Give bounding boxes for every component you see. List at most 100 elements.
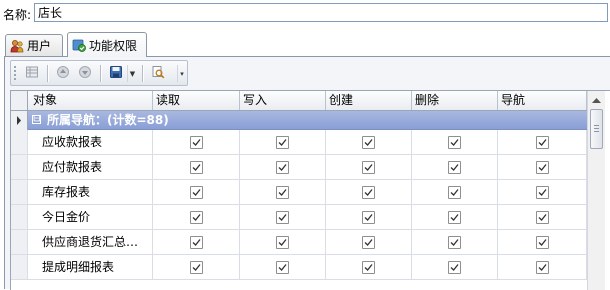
read-checkbox[interactable]: [190, 136, 203, 149]
create-checkbox[interactable]: [362, 261, 375, 274]
delete-checkbox[interactable]: [448, 161, 461, 174]
row-indicator[interactable]: [11, 155, 28, 179]
delete-checkbox[interactable]: [448, 236, 461, 249]
users-icon: [10, 39, 24, 53]
tab-users[interactable]: 用户: [5, 34, 63, 56]
delete-checkbox[interactable]: [448, 136, 461, 149]
cell-read: [153, 130, 240, 154]
column-header-object[interactable]: 对象: [28, 91, 153, 110]
cell-delete: [412, 155, 498, 179]
column-header-read[interactable]: 读取: [153, 91, 240, 110]
scroll-thumb[interactable]: [590, 109, 603, 149]
permissions-grid: 对象 读取 写入 创建 删除 导航 ⊟ 所属导航：(计数=88) 应收款报表 应付…: [10, 90, 610, 290]
row-indicator[interactable]: [11, 230, 28, 254]
cell-create: [326, 230, 412, 254]
cell-read: [153, 255, 240, 279]
table-row[interactable]: 应收款报表: [11, 130, 587, 155]
arrow-down-circle-icon: [78, 65, 92, 82]
row-indicator[interactable]: [11, 255, 28, 279]
cell-delete: [412, 230, 498, 254]
cell-write: [240, 155, 326, 179]
cell-write: [240, 205, 326, 229]
column-header-write[interactable]: 写入: [240, 91, 326, 110]
write-checkbox[interactable]: [276, 236, 289, 249]
read-checkbox[interactable]: [190, 161, 203, 174]
toolbar-separator: [100, 65, 101, 82]
write-checkbox[interactable]: [276, 186, 289, 199]
vertical-scrollbar[interactable]: [587, 91, 605, 290]
move-down-button[interactable]: [75, 64, 95, 83]
search-doc-icon: [151, 65, 165, 82]
cell-read: [153, 155, 240, 179]
cell-delete: [412, 205, 498, 229]
read-checkbox[interactable]: [190, 236, 203, 249]
row-indicator[interactable]: [11, 180, 28, 204]
cell-delete: [412, 255, 498, 279]
object-name-cell[interactable]: 提成明细报表: [28, 255, 153, 279]
nav-checkbox[interactable]: [536, 136, 549, 149]
cell-create: [326, 180, 412, 204]
cell-nav: [498, 230, 587, 254]
cell-nav: [498, 155, 587, 179]
collapse-toggle[interactable]: ⊟: [32, 115, 41, 124]
delete-checkbox[interactable]: [448, 261, 461, 274]
object-name-cell[interactable]: 库存报表: [28, 180, 153, 204]
create-checkbox[interactable]: [362, 211, 375, 224]
create-checkbox[interactable]: [362, 136, 375, 149]
search-button[interactable]: [148, 64, 168, 83]
table-row[interactable]: 今日金价: [11, 205, 587, 230]
cell-write: [240, 130, 326, 154]
column-header-nav[interactable]: 导航: [498, 91, 587, 110]
object-name-cell[interactable]: 应收款报表: [28, 130, 153, 154]
write-checkbox[interactable]: [276, 136, 289, 149]
delete-checkbox[interactable]: [448, 211, 461, 224]
nav-checkbox[interactable]: [536, 186, 549, 199]
row-indicator[interactable]: [11, 205, 28, 229]
write-checkbox[interactable]: [276, 261, 289, 274]
header-indicator-cell: [11, 91, 28, 110]
read-checkbox[interactable]: [190, 261, 203, 274]
name-input[interactable]: [34, 3, 608, 22]
row-indicator[interactable]: [11, 130, 28, 154]
save-dropdown[interactable]: ▼: [127, 65, 137, 82]
read-checkbox[interactable]: [190, 211, 203, 224]
write-checkbox[interactable]: [276, 161, 289, 174]
nav-checkbox[interactable]: [536, 236, 549, 249]
nav-checkbox[interactable]: [536, 211, 549, 224]
create-checkbox[interactable]: [362, 161, 375, 174]
group-row[interactable]: ⊟ 所属导航：(计数=88): [11, 111, 587, 130]
delete-checkbox[interactable]: [448, 186, 461, 199]
cell-write: [240, 180, 326, 204]
tab-strip: 用户 功能权限: [0, 28, 610, 57]
tab-users-label: 用户: [27, 39, 52, 53]
object-name-cell[interactable]: 应付款报表: [28, 155, 153, 179]
table-row[interactable]: 库存报表: [11, 180, 587, 205]
toolbar-grip[interactable]: [14, 66, 16, 81]
nav-checkbox[interactable]: [536, 261, 549, 274]
object-name-cell[interactable]: 供应商退货汇总…: [28, 230, 153, 254]
write-checkbox[interactable]: [276, 211, 289, 224]
permissions-panel: ▼ ▾ 对象 读取 写入 创建 删除 导航 ⊟ 所属导航：(计数=88) 应收款…: [4, 56, 610, 290]
read-checkbox[interactable]: [190, 186, 203, 199]
table-row[interactable]: 提成明细报表: [11, 255, 587, 280]
save-disk-icon: [109, 65, 123, 82]
column-header-delete[interactable]: 删除: [412, 91, 498, 110]
cell-delete: [412, 130, 498, 154]
create-checkbox[interactable]: [362, 236, 375, 249]
row-indicator[interactable]: [11, 111, 28, 130]
cell-nav: [498, 255, 587, 279]
table-row[interactable]: 供应商退货汇总…: [11, 230, 587, 255]
column-header-create[interactable]: 创建: [326, 91, 412, 110]
toolbar-overflow[interactable]: ▾: [177, 65, 186, 82]
tab-permissions[interactable]: 功能权限: [67, 32, 147, 57]
move-up-button[interactable]: [53, 64, 73, 83]
cell-read: [153, 205, 240, 229]
table-row[interactable]: 应付款报表: [11, 155, 587, 180]
scroll-up-button[interactable]: [588, 91, 605, 108]
grid-view-button[interactable]: [22, 64, 42, 83]
save-button[interactable]: [106, 64, 126, 83]
object-name-cell[interactable]: 今日金价: [28, 205, 153, 229]
create-checkbox[interactable]: [362, 186, 375, 199]
grid-view-icon: [25, 65, 39, 82]
nav-checkbox[interactable]: [536, 161, 549, 174]
